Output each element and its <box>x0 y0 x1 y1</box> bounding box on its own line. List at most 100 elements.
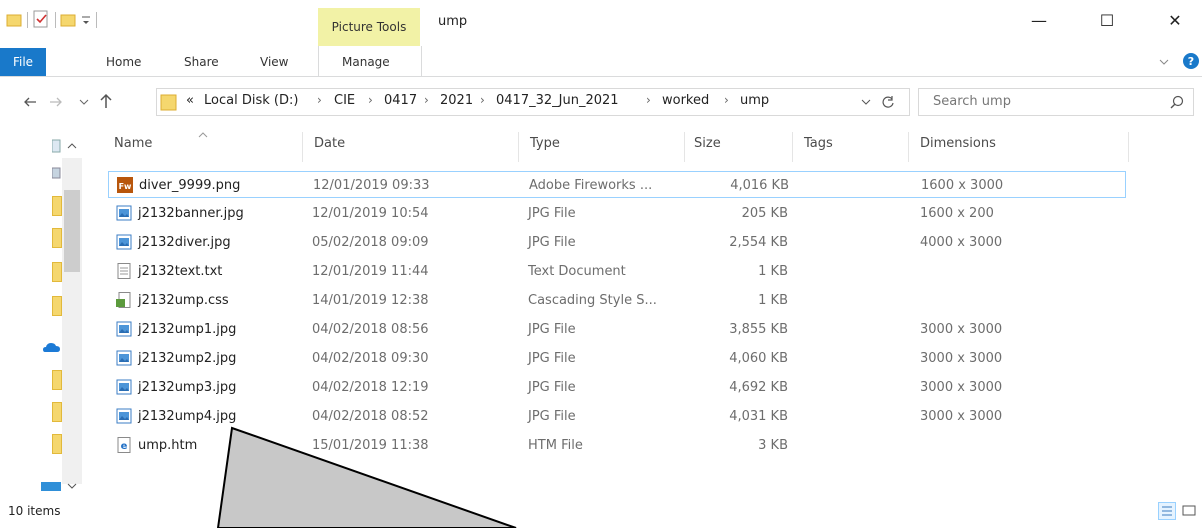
ribbon-tab-bar <box>0 46 1202 77</box>
maximize-button[interactable]: ☐ <box>1092 8 1122 32</box>
refresh-icon[interactable] <box>880 94 896 110</box>
breadcrumb-overflow[interactable]: « <box>186 93 194 108</box>
chevron-right-icon[interactable]: › <box>480 93 485 107</box>
expand-ribbon-icon[interactable] <box>1158 56 1170 68</box>
column-divider[interactable] <box>684 132 685 162</box>
properties-icon[interactable] <box>32 10 50 28</box>
column-header-type[interactable]: Type <box>530 136 560 151</box>
minimize-button[interactable]: — <box>1024 8 1054 32</box>
table-row[interactable]: e ump.htm 15/01/2019 11:38 HTM File 3 KB <box>108 432 1126 459</box>
column-header-size[interactable]: Size <box>694 136 721 151</box>
folder-icon[interactable] <box>52 228 62 248</box>
file-size: 1 KB <box>758 264 788 279</box>
file-date: 04/02/2018 08:56 <box>312 322 429 337</box>
folder-icon[interactable] <box>6 12 22 28</box>
forward-arrow-icon[interactable] <box>48 94 64 110</box>
file-name: j2132text.txt <box>138 264 223 279</box>
table-row[interactable]: j2132ump.css 14/01/2019 12:38 Cascading St… <box>108 287 1126 314</box>
file-date: 04/02/2018 09:30 <box>312 351 429 366</box>
close-button[interactable]: ✕ <box>1160 8 1190 32</box>
column-divider[interactable] <box>792 132 793 162</box>
column-divider[interactable] <box>518 132 519 162</box>
breadcrumb-ump[interactable]: ump <box>740 93 769 108</box>
search-icon[interactable] <box>1170 95 1184 109</box>
customize-toolbar-icon[interactable] <box>80 12 92 28</box>
file-name: j2132ump1.jpg <box>138 322 237 337</box>
item-count: 10 items <box>8 504 61 518</box>
tab-share[interactable]: Share <box>184 48 219 76</box>
chevron-right-icon[interactable]: › <box>317 93 322 107</box>
tab-home[interactable]: Home <box>106 48 141 76</box>
large-icons-view-icon[interactable] <box>1180 502 1198 520</box>
back-arrow-icon[interactable] <box>22 94 38 110</box>
breadcrumb-cie[interactable]: CIE <box>334 93 355 108</box>
breadcrumb-0417-32-jun-2021[interactable]: 0417_32_Jun_2021 <box>496 93 619 108</box>
picture-tools-tab[interactable]: Picture Tools <box>318 8 420 46</box>
file-type: Cascading Style S... <box>528 293 657 308</box>
column-header-dimensions[interactable]: Dimensions <box>920 136 996 151</box>
file-size: 4,031 KB <box>729 409 788 424</box>
help-icon[interactable]: ? <box>1182 52 1200 70</box>
location-folder-icon <box>160 92 178 112</box>
folder-icon[interactable] <box>52 296 62 316</box>
file-name: j2132ump2.jpg <box>138 351 237 366</box>
table-row[interactable]: j2132ump2.jpg 04/02/2018 09:30 JPG File 4,0… <box>108 345 1126 372</box>
file-dimensions: 3000 x 3000 <box>920 409 1003 424</box>
column-divider[interactable] <box>302 132 303 162</box>
file-dimensions: 4000 x 3000 <box>920 235 1003 250</box>
text-file-icon <box>116 263 132 279</box>
new-folder-icon[interactable] <box>60 12 76 28</box>
chevron-right-icon[interactable]: › <box>368 93 373 107</box>
table-row[interactable]: j2132ump4.jpg 04/02/2018 08:52 JPG File 4,0… <box>108 403 1126 430</box>
scroll-up-icon[interactable] <box>66 140 78 150</box>
table-row[interactable]: j2132ump3.jpg 04/02/2018 12:19 JPG File 4,6… <box>108 374 1126 401</box>
this-pc-icon[interactable] <box>40 480 62 492</box>
folder-icon[interactable] <box>52 370 62 390</box>
nav-scrollbar-thumb[interactable] <box>64 190 80 272</box>
chevron-right-icon[interactable]: › <box>424 93 429 107</box>
file-date: 05/02/2018 09:09 <box>312 235 429 250</box>
file-type: JPG File <box>528 206 576 221</box>
column-header-tags[interactable]: Tags <box>804 136 833 151</box>
file-type: Adobe Fireworks ... <box>529 178 653 193</box>
image-file-icon <box>116 350 132 366</box>
column-divider[interactable] <box>1128 132 1129 162</box>
breadcrumb-0417[interactable]: 0417 <box>384 93 417 108</box>
quick-access-icon[interactable] <box>51 138 62 156</box>
folder-icon[interactable] <box>52 262 62 282</box>
table-row[interactable]: Fw diver_9999.png 12/01/2019 09:33 Adobe Fi… <box>108 171 1126 198</box>
breadcrumb-2021[interactable]: 2021 <box>440 93 473 108</box>
table-row[interactable]: j2132ump1.jpg 04/02/2018 08:56 JPG File 3,8… <box>108 316 1126 343</box>
folder-icon[interactable] <box>52 402 62 422</box>
onedrive-icon[interactable] <box>42 340 62 354</box>
search-input[interactable]: Search ump <box>918 88 1194 116</box>
tab-manage[interactable]: Manage <box>342 48 390 76</box>
fireworks-file-icon: Fw <box>117 177 133 193</box>
file-type: Text Document <box>528 264 626 279</box>
file-type: HTM File <box>528 438 583 453</box>
table-row[interactable]: j2132diver.jpg 05/02/2018 09:09 JPG File 2,… <box>108 229 1126 256</box>
table-row[interactable]: j2132banner.jpg 12/01/2019 10:54 JPG File 2… <box>108 200 1126 227</box>
up-arrow-icon[interactable] <box>98 92 114 110</box>
tab-file[interactable]: File <box>0 48 46 76</box>
chevron-right-icon[interactable]: › <box>646 93 651 107</box>
tab-view[interactable]: View <box>260 48 288 76</box>
window-title: ump <box>438 14 468 29</box>
breadcrumb-local-disk[interactable]: Local Disk (D:) <box>204 93 298 108</box>
address-dropdown-icon[interactable] <box>860 96 872 108</box>
file-dimensions: 1600 x 3000 <box>921 178 1004 193</box>
column-header-date[interactable]: Date <box>314 136 345 151</box>
folder-icon[interactable] <box>52 434 62 454</box>
recent-locations-icon[interactable] <box>78 96 90 108</box>
table-row[interactable]: j2132text.txt 12/01/2019 11:44 Text Docume… <box>108 258 1126 285</box>
scroll-down-icon[interactable] <box>66 480 78 490</box>
desktop-icon[interactable] <box>51 166 62 180</box>
column-header-name[interactable]: Name <box>114 136 152 151</box>
breadcrumb-worked[interactable]: worked <box>662 93 709 108</box>
divider <box>27 12 28 28</box>
file-type: JPG File <box>528 351 576 366</box>
details-view-icon[interactable] <box>1158 502 1176 520</box>
folder-icon[interactable] <box>52 196 62 216</box>
column-divider[interactable] <box>908 132 909 162</box>
chevron-right-icon[interactable]: › <box>724 93 729 107</box>
